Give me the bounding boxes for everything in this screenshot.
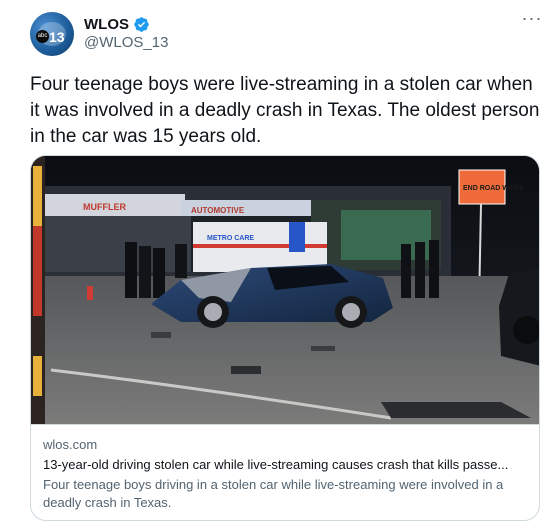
muffler-sign: MUFFLER — [83, 202, 126, 212]
author-name-row[interactable]: WLOS — [84, 14, 150, 34]
avatar-network-logo: abc — [36, 30, 49, 43]
link-card-domain: wlos.com — [43, 437, 98, 452]
avatar-channel-number: 13 — [49, 29, 65, 45]
avatar[interactable]: abc 13 — [30, 12, 74, 56]
ambulance-label: METRO CARE — [207, 235, 254, 242]
tweet-text: Four teenage boys were live-streaming in… — [30, 74, 540, 147]
tweet[interactable]: abc 13 WLOS @WLOS_13 ··· Four teenage bo… — [0, 0, 553, 529]
road-work-sign: END ROAD WORK — [463, 185, 524, 192]
author-display-name[interactable]: WLOS — [84, 16, 129, 33]
more-horizontal-icon[interactable]: ··· — [520, 9, 544, 32]
crash-scene-image: MUFFLER AUTOMOTIVE END ROAD WORK METRO C… — [31, 156, 539, 424]
author-handle[interactable]: @WLOS_13 — [84, 34, 168, 51]
link-card-title[interactable]: 13-year-old driving stolen car while liv… — [43, 456, 527, 474]
verified-badge-icon — [134, 16, 149, 32]
link-card[interactable]: MUFFLER AUTOMOTIVE END ROAD WORK METRO C… — [30, 155, 540, 521]
link-card-photo[interactable]: MUFFLER AUTOMOTIVE END ROAD WORK METRO C… — [31, 156, 539, 424]
link-card-meta[interactable]: wlos.com 13-year-old driving stolen car … — [31, 424, 539, 520]
storefront-sign: AUTOMOTIVE — [191, 206, 245, 215]
link-card-description: Four teenage boys driving in a stolen ca… — [43, 477, 504, 510]
